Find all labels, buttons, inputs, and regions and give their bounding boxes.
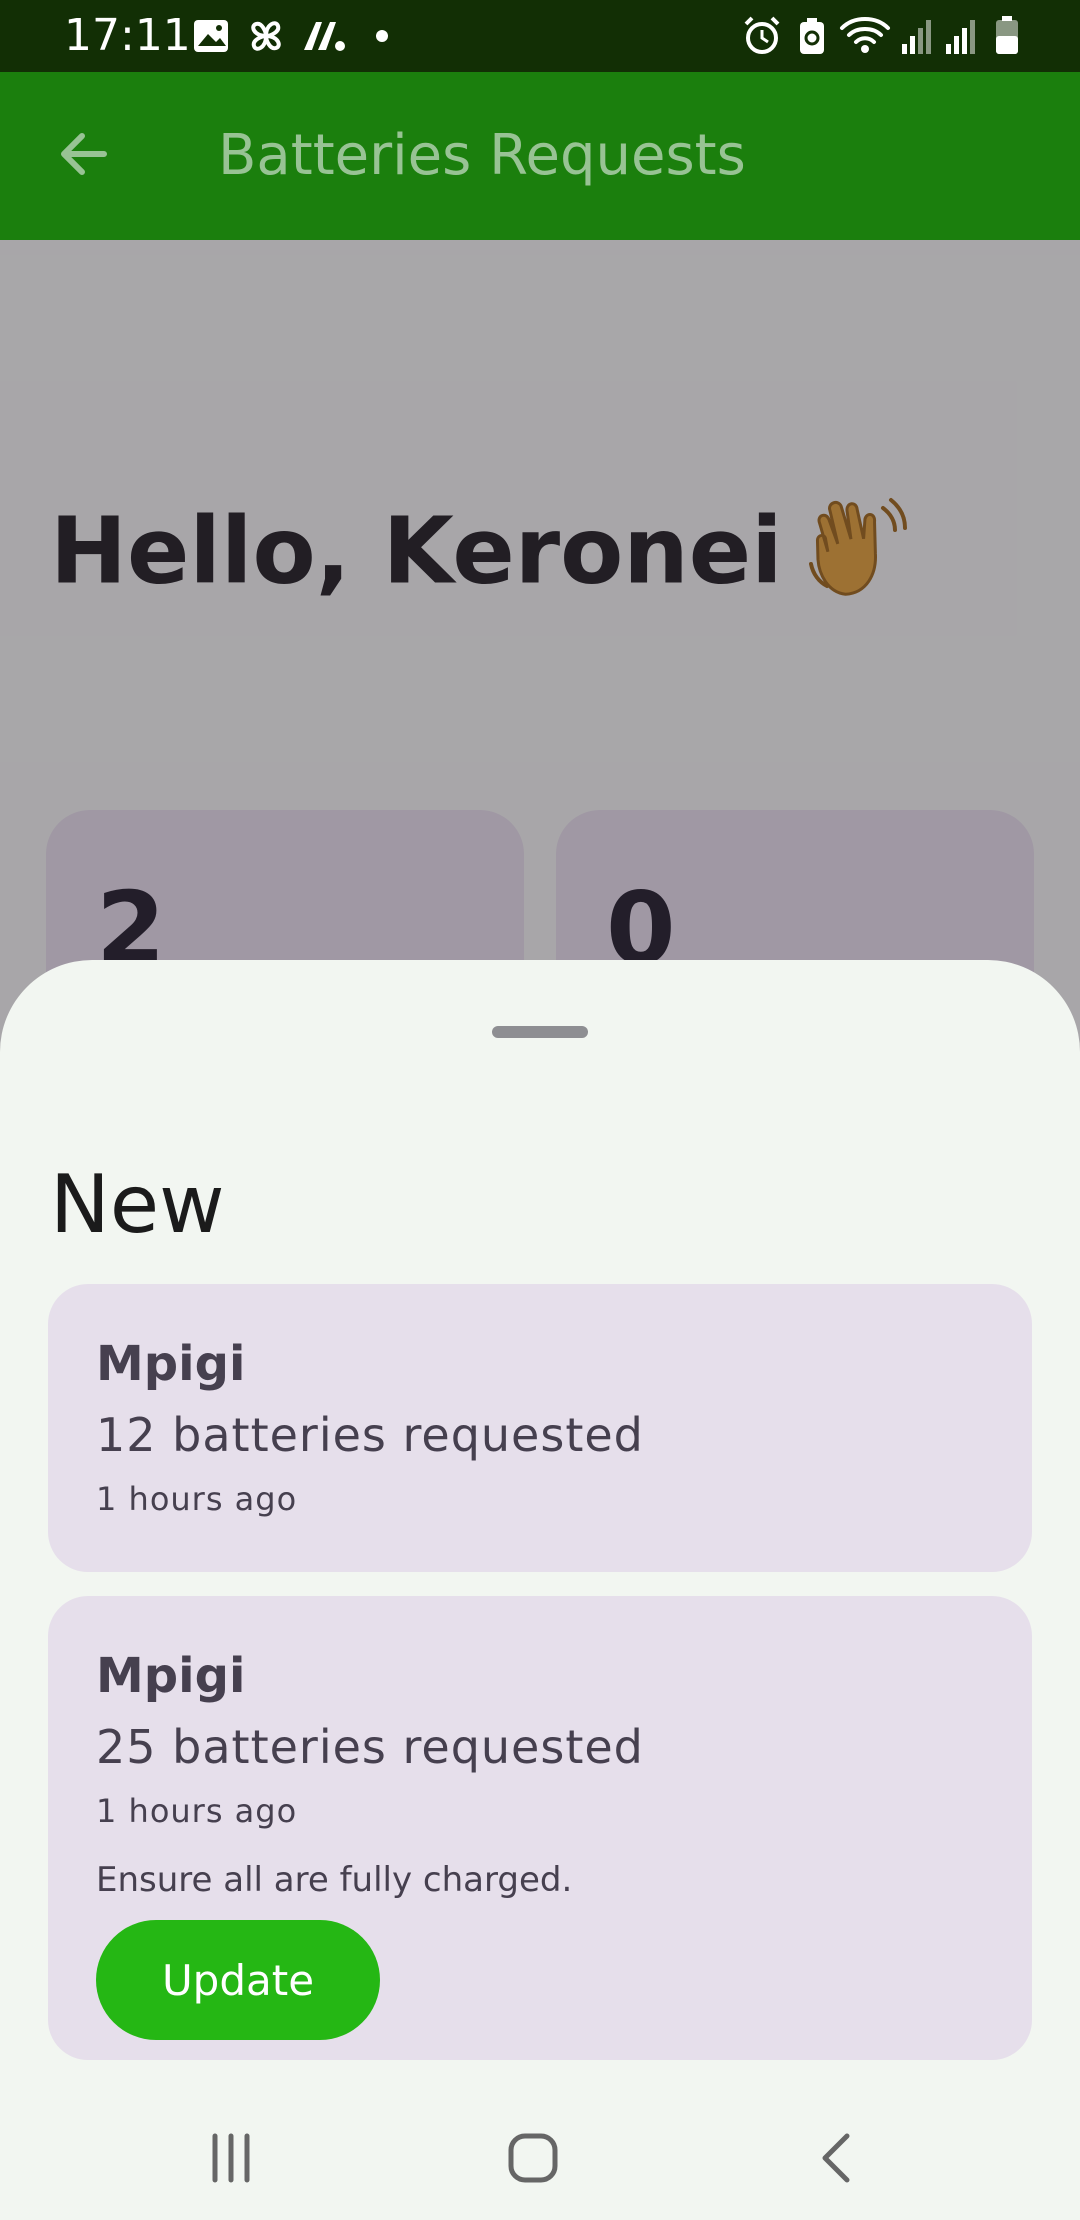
signal-icon	[898, 14, 942, 58]
update-button[interactable]: Update	[96, 1920, 380, 2040]
request-note: Ensure all are fully charged.	[96, 1860, 573, 1900]
wifi-icon	[838, 14, 892, 58]
section-title: New	[50, 1158, 225, 1251]
status-time: 17:11	[64, 10, 191, 61]
dot-icon	[372, 14, 416, 58]
drag-handle[interactable]	[492, 1026, 588, 1038]
request-card[interactable]: Mpigi 12 batteries requested 1 hours ago	[48, 1284, 1032, 1572]
request-count: 25 batteries requested	[96, 1720, 644, 1774]
request-location: Mpigi	[96, 1336, 246, 1392]
request-time: 1 hours ago	[96, 1480, 298, 1518]
bottom-sheet: New Mpigi 12 batteries requested 1 hours…	[0, 960, 1080, 2220]
nav-back-button[interactable]	[792, 2120, 882, 2200]
recents-icon	[201, 2128, 261, 2192]
request-location: Mpigi	[96, 1648, 246, 1704]
status-bar: 17:11	[0, 0, 1080, 72]
app-bar: Batteries Requests	[0, 72, 1080, 240]
alarm-icon	[740, 14, 784, 58]
fan-icon	[244, 14, 288, 58]
recents-button[interactable]	[186, 2120, 276, 2200]
battery-saver-icon	[790, 14, 834, 58]
app-icon	[300, 14, 345, 58]
request-time: 1 hours ago	[96, 1792, 298, 1830]
battery-icon	[988, 14, 1032, 58]
back-icon	[807, 2128, 867, 2192]
image-icon	[190, 14, 234, 58]
back-button[interactable]	[40, 112, 128, 200]
signal-icon	[942, 14, 986, 58]
arrow-left-icon	[56, 126, 112, 186]
request-count: 12 batteries requested	[96, 1408, 644, 1462]
home-button[interactable]	[488, 2120, 578, 2200]
system-nav-bar	[0, 2100, 1080, 2220]
home-icon	[503, 2128, 563, 2192]
page-title: Batteries Requests	[218, 123, 746, 188]
request-card[interactable]: Mpigi 25 batteries requested 1 hours ago…	[48, 1596, 1032, 2060]
